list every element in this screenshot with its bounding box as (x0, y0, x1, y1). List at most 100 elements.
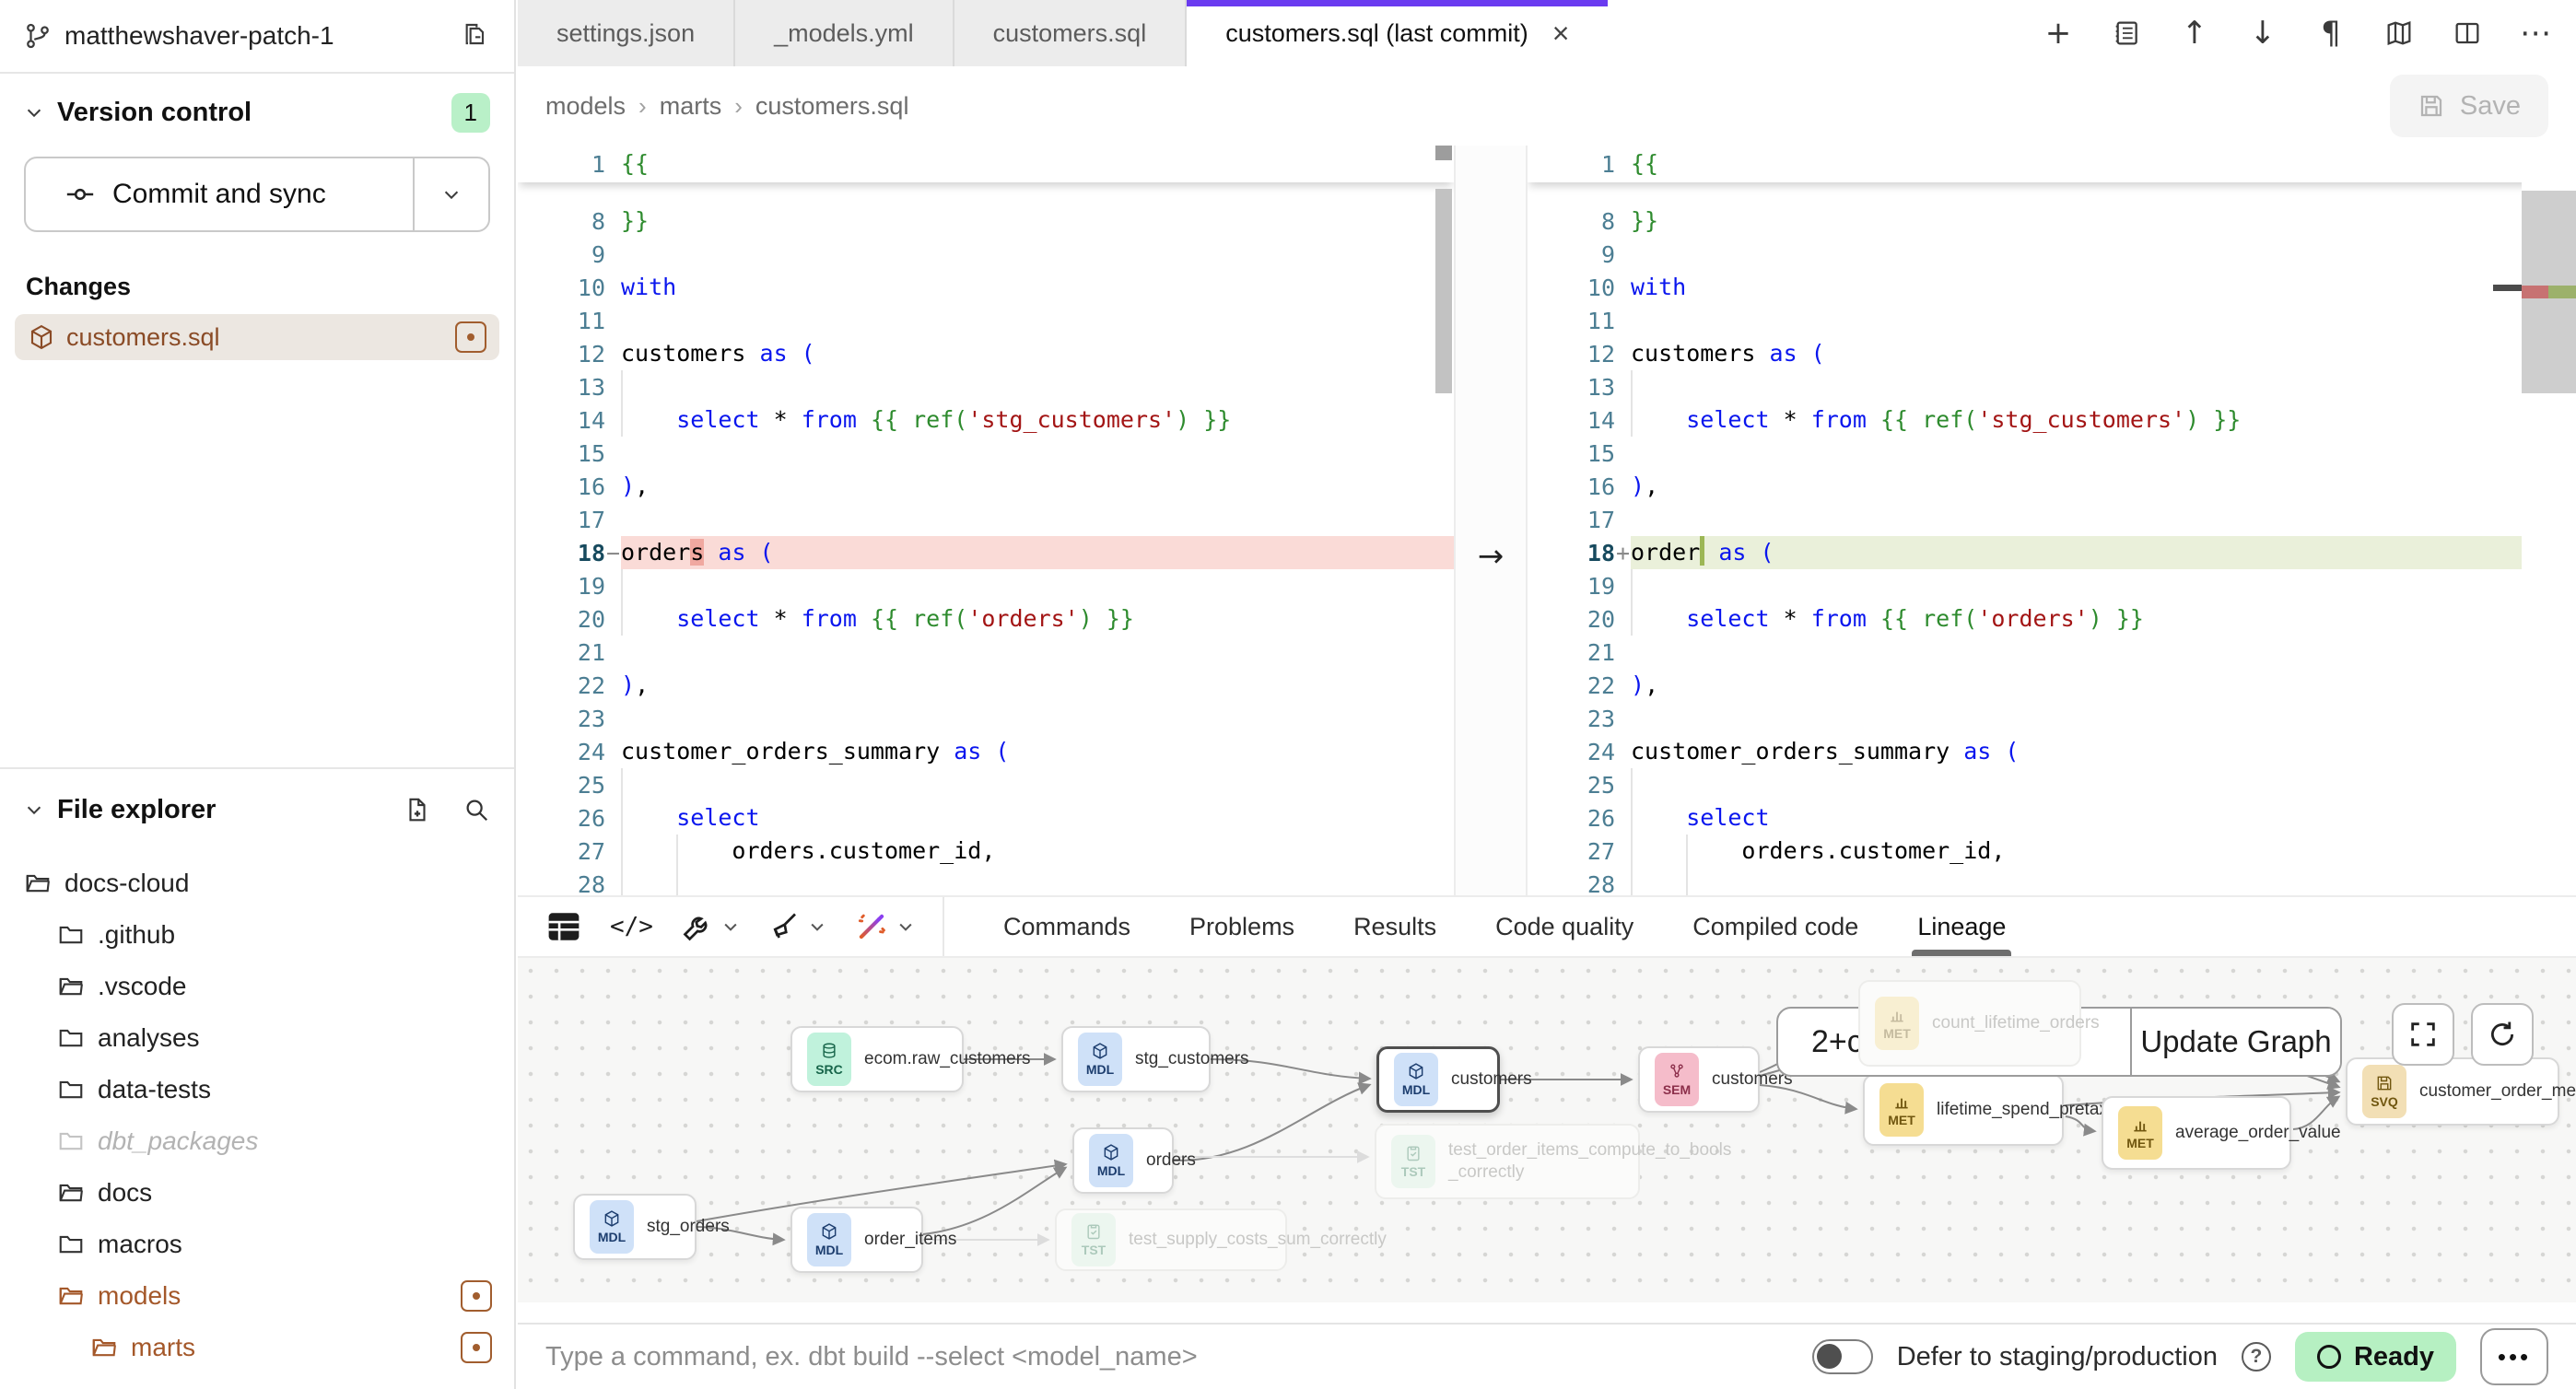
code-line-16[interactable]: 16), (518, 470, 1454, 503)
help-icon[interactable]: ? (2242, 1342, 2271, 1371)
new-file-icon[interactable] (404, 796, 431, 823)
code-line-17[interactable]: 17 (1528, 503, 2576, 536)
panel-tab-lineage[interactable]: Lineage (1917, 897, 2006, 956)
code-line-10[interactable]: 10with (518, 271, 1454, 304)
code-line-19[interactable]: 19 (518, 569, 1454, 602)
commit-and-sync-button[interactable]: Commit and sync (24, 157, 490, 232)
build-tools-menu[interactable] (681, 910, 740, 943)
defer-toggle[interactable] (1812, 1339, 1873, 1374)
code-line-26[interactable]: 26 select (1528, 801, 2576, 835)
lineage-node-order-items[interactable]: MDLorder_items (790, 1207, 923, 1273)
ai-assist-menu[interactable] (854, 909, 915, 944)
code-line-28[interactable]: 28 (1528, 868, 2576, 895)
breadcrumb-file[interactable]: customers.sql (755, 92, 909, 121)
code-line-20[interactable]: 20 select * from {{ ref('orders') }} (1528, 602, 2576, 636)
code-line-15[interactable]: 15 (1528, 437, 2576, 470)
code-line-12[interactable]: 12customers as ( (1528, 337, 2576, 370)
code-line-28[interactable]: 28 (518, 868, 1454, 895)
breadcrumb-marts[interactable]: marts (660, 92, 722, 121)
more-options-icon[interactable]: ⋯ (2515, 15, 2556, 52)
panel-tab-commands[interactable]: Commands (1003, 897, 1130, 956)
tab-customers-sql[interactable]: customers.sql (954, 0, 1188, 66)
copy-branch-icon[interactable] (461, 21, 490, 51)
breadcrumb-models[interactable]: models (545, 92, 626, 121)
code-line-9[interactable]: 9 (518, 238, 1454, 271)
diff-overview-ruler[interactable] (2522, 146, 2576, 895)
lineage-canvas[interactable]: SRCecom.raw_customers MDLstg_customers MDL… (518, 958, 2576, 1323)
lineage-node-lifetime-spend-pretax[interactable]: METlifetime_spend_pretax (1863, 1074, 2064, 1146)
code-line-24[interactable]: 24customer_orders_summary as ( (1528, 735, 2576, 768)
code-line-26[interactable]: 26 select (518, 801, 1454, 835)
code-line-11[interactable]: 11 (518, 304, 1454, 337)
modified-code[interactable]: 8}}910with1112customers as (1314 select … (1528, 182, 2576, 895)
tree-item-docs[interactable]: docs (0, 1167, 514, 1219)
code-line-24[interactable]: 24customer_orders_summary as ( (518, 735, 1454, 768)
table-icon[interactable] (545, 910, 582, 943)
command-input[interactable]: Type a command, ex. dbt build --select <… (545, 1342, 1812, 1372)
changed-file-customers-sql[interactable]: customers.sql (15, 314, 499, 360)
lineage-node-count-lifetime-orders[interactable]: METcount_lifetime_orders (1858, 980, 2081, 1067)
code-line-19[interactable]: 19 (1528, 569, 2576, 602)
tree-item-dbt-packages[interactable]: dbt_packages (0, 1115, 514, 1167)
split-editor-icon[interactable] (2447, 18, 2488, 48)
version-control-header[interactable]: Version control 1 (0, 74, 514, 151)
lineage-node-customers-semantic[interactable]: SEMcustomers (1638, 1046, 1760, 1113)
code-line-12[interactable]: 12customers as ( (518, 337, 1454, 370)
lineage-node-customer-order-metrics[interactable]: SVQcustomer_order_metrics (2346, 1057, 2559, 1126)
code-line-9[interactable]: 9 (1528, 238, 2576, 271)
fullscreen-button[interactable] (2392, 1003, 2454, 1066)
code-line-13[interactable]: 13 (518, 370, 1454, 403)
tree-item-docs-cloud[interactable]: docs-cloud (0, 858, 514, 909)
lineage-node-stg-customers[interactable]: MDLstg_customers (1061, 1026, 1211, 1092)
code-line-11[interactable]: 11 (1528, 304, 2576, 337)
diff-editor-modified[interactable]: 1{{ 8}}910with1112customers as (1314 sel… (1528, 146, 2576, 895)
overflow-menu-button[interactable]: ••• (2480, 1328, 2548, 1385)
scroll-up-icon[interactable]: ↑ (2174, 15, 2215, 52)
minimap-icon[interactable] (2379, 18, 2419, 48)
panel-tab-results[interactable]: Results (1353, 897, 1436, 956)
code-icon[interactable]: </> (610, 913, 653, 940)
tree-item-models[interactable]: models (0, 1270, 514, 1322)
commit-options-caret[interactable] (413, 158, 488, 230)
lineage-node-orders-model[interactable]: MDLorders (1072, 1127, 1174, 1194)
code-line-8[interactable]: 8}} (1528, 204, 2576, 238)
update-graph-button[interactable]: Update Graph (2130, 1009, 2340, 1075)
panel-tab-problems[interactable]: Problems (1189, 897, 1294, 956)
diff-editor-original[interactable]: 1{{ 8}}910with1112customers as (1314 sel… (518, 146, 1454, 895)
lineage-node-ecom-raw-customers[interactable]: SRCecom.raw_customers (790, 1026, 964, 1092)
tree-item-marts[interactable]: marts (0, 1322, 514, 1373)
left-editor-scrollbar[interactable] (1434, 146, 1454, 895)
code-line-15[interactable]: 15 (518, 437, 1454, 470)
code-line-13[interactable]: 13 (1528, 370, 2576, 403)
tree-item-analyses[interactable]: analyses (0, 1012, 514, 1064)
pilcrow-icon[interactable]: ¶ (2311, 15, 2351, 52)
lineage-node-test-supply-costs[interactable]: TSTtest_supply_costs_sum_correctly (1055, 1208, 1287, 1271)
code-line-22[interactable]: 22), (518, 669, 1454, 702)
code-line-22[interactable]: 22), (1528, 669, 2576, 702)
tree-item-github[interactable]: .github (0, 909, 514, 961)
refresh-button[interactable] (2471, 1003, 2534, 1066)
tab-settings-json[interactable]: settings.json (518, 0, 735, 66)
code-line-8[interactable]: 8}} (518, 204, 1454, 238)
format-tools-menu[interactable] (767, 910, 826, 943)
code-line-21[interactable]: 21 (518, 636, 1454, 669)
code-line-23[interactable]: 23 (518, 702, 1454, 735)
tab--models-yml[interactable]: _models.yml (735, 0, 954, 66)
close-tab-icon[interactable]: × (1552, 18, 1570, 48)
file-explorer-header[interactable]: File explorer (0, 769, 514, 850)
lineage-node-stg-orders[interactable]: MDLstg_orders (573, 1194, 697, 1260)
panel-tab-code-quality[interactable]: Code quality (1495, 897, 1633, 956)
code-line-27[interactable]: 27 orders.customer_id, (1528, 835, 2576, 868)
lineage-node-test-order-items[interactable]: TSTtest_order_items_compute_to_bools _co… (1375, 1124, 1640, 1199)
lineage-node-customers-model[interactable]: MDLcustomers (1376, 1046, 1500, 1113)
scroll-down-icon[interactable]: ↓ (2242, 15, 2283, 52)
lineage-node-average-order-value[interactable]: METaverage_order_value (2102, 1096, 2291, 1170)
code-line-21[interactable]: 21 (1528, 636, 2576, 669)
original-code[interactable]: 8}}910with1112customers as (1314 select … (518, 182, 1454, 895)
code-line-18[interactable]: 18−orders as ( (518, 536, 1454, 569)
code-line-25[interactable]: 25 (518, 768, 1454, 801)
code-line-23[interactable]: 23 (1528, 702, 2576, 735)
code-line-16[interactable]: 16), (1528, 470, 2576, 503)
revert-change-arrow-icon[interactable]: → (1470, 536, 1511, 577)
tree-item-macros[interactable]: macros (0, 1219, 514, 1270)
